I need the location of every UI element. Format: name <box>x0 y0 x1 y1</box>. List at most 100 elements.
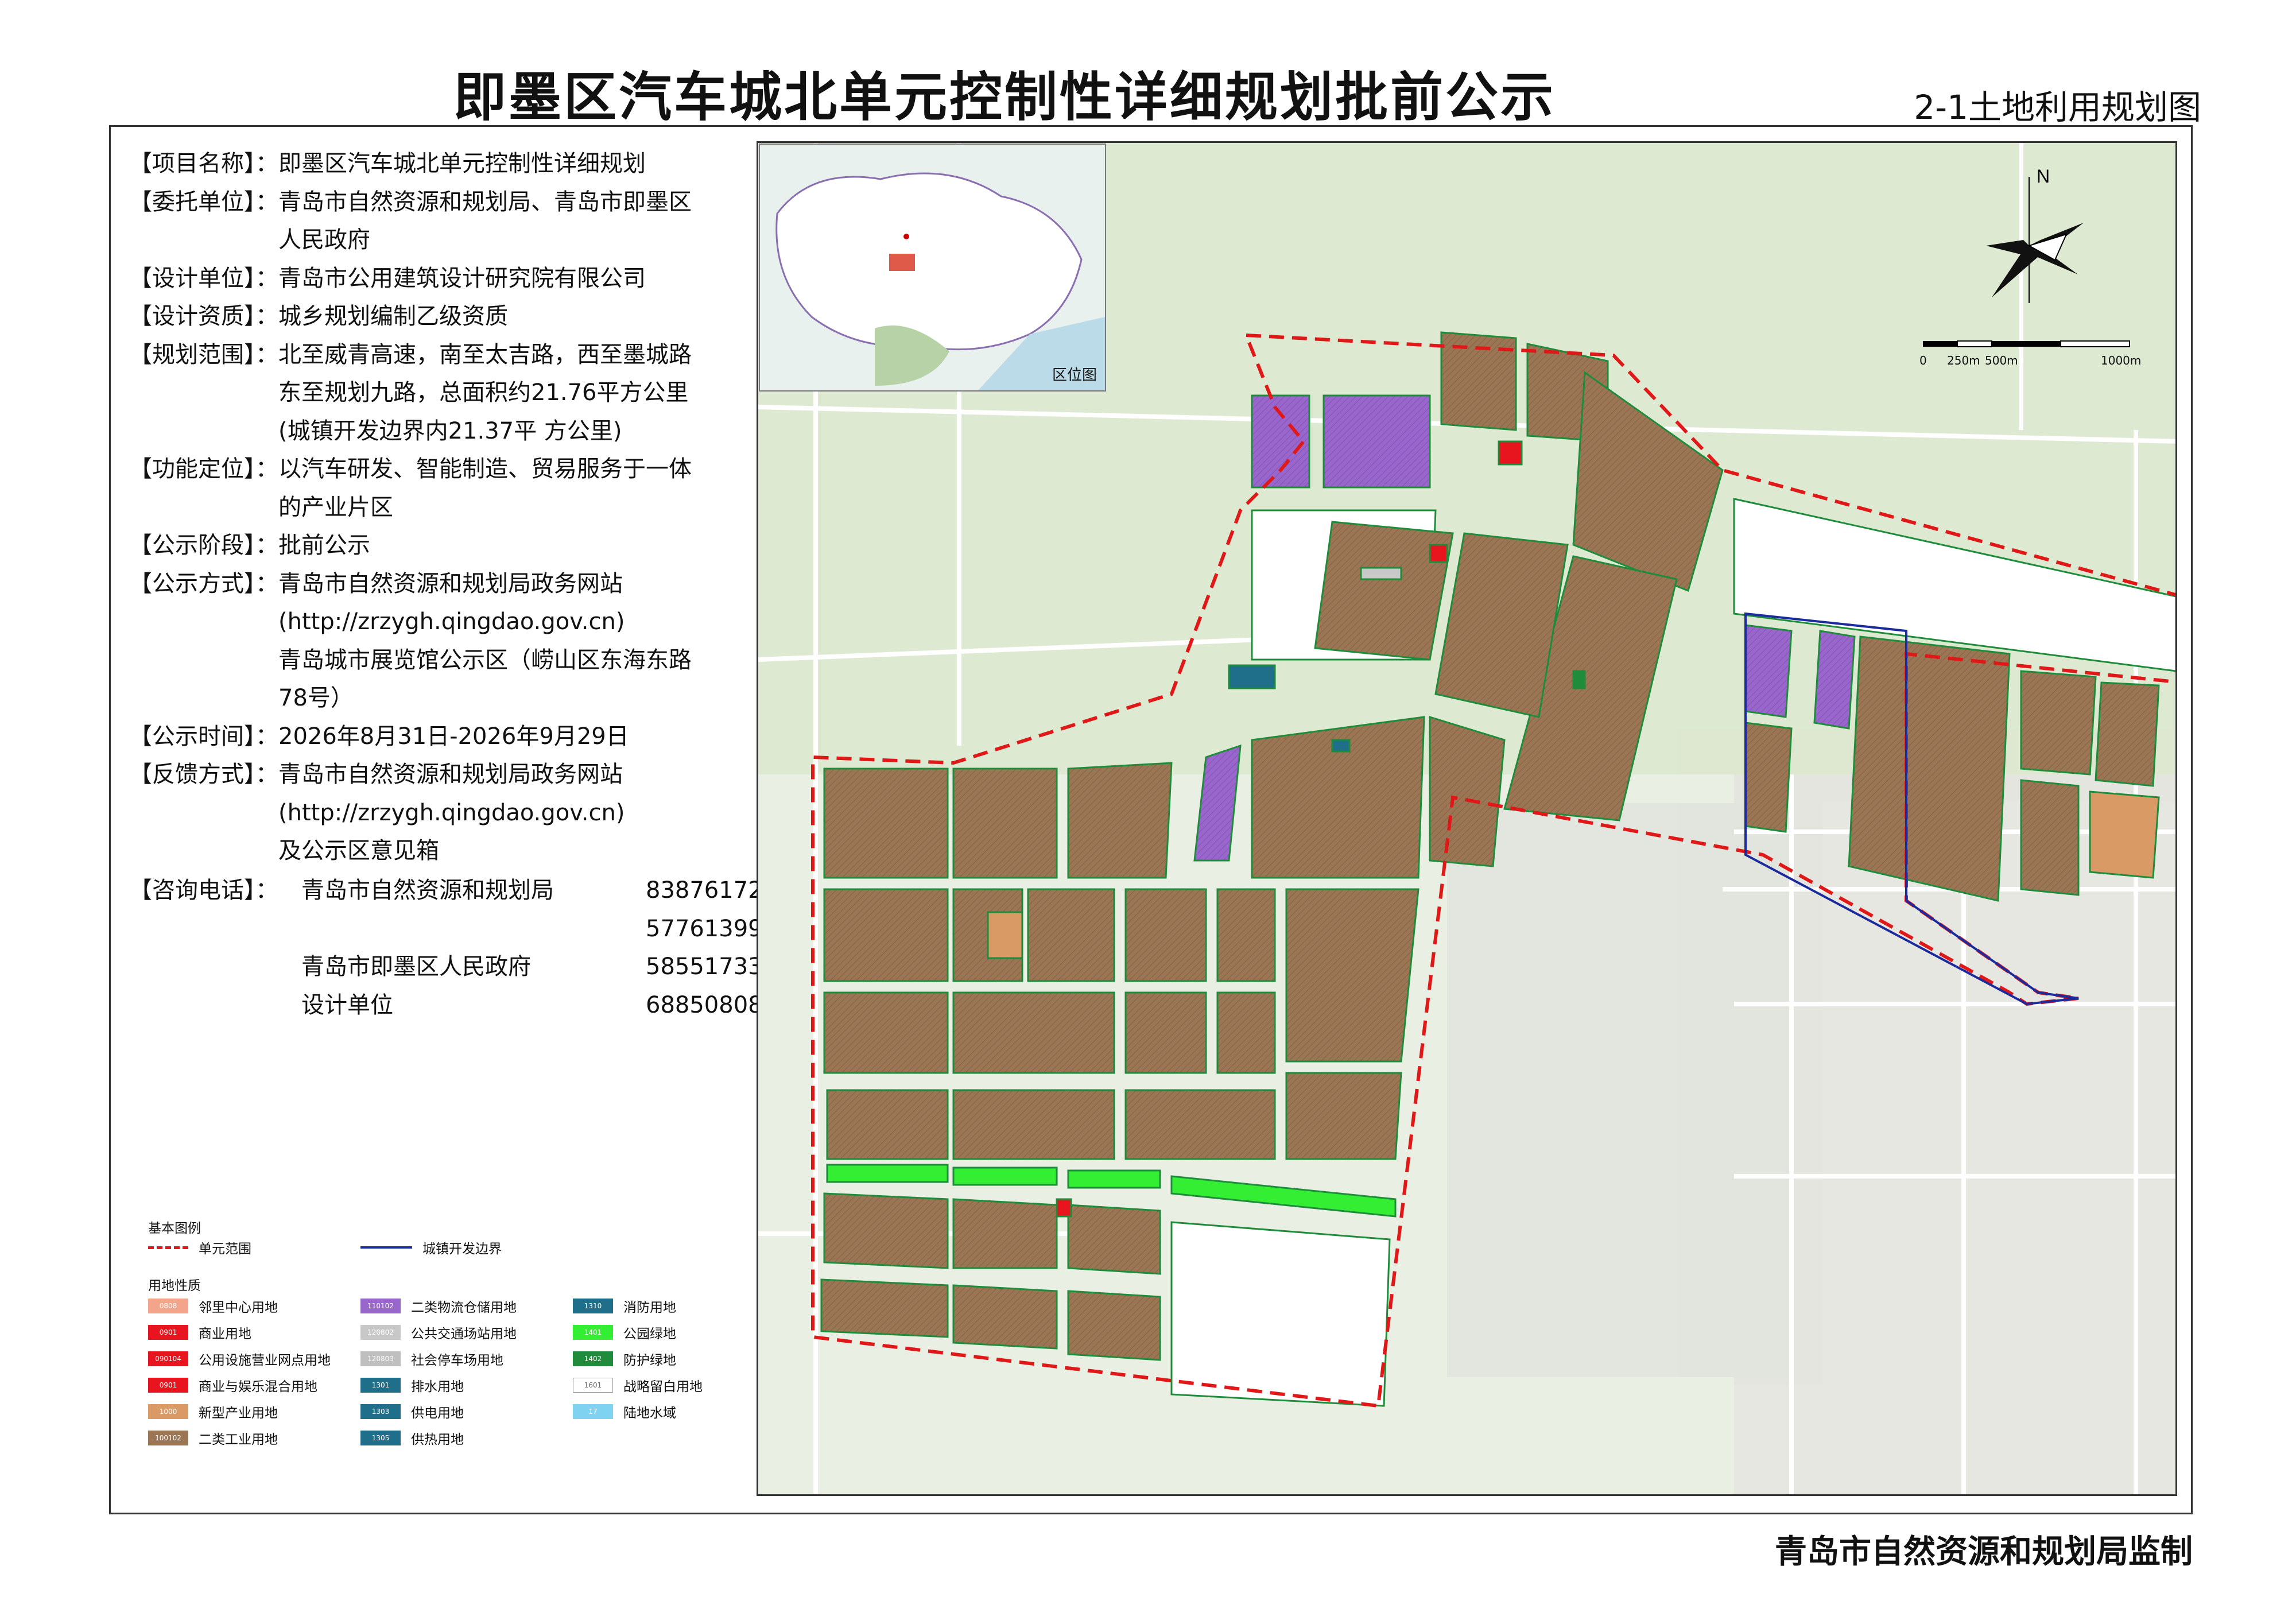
legend-label: 公共交通场站用地 <box>411 1327 517 1342</box>
legend-item: 0901 商业用地 <box>148 1323 251 1342</box>
legend-label: 新型产业用地 <box>199 1406 278 1421</box>
info-value-line: 青岛城市展览馆公示区（崂山区东海东路 <box>278 646 692 673</box>
legend-label: 邻里中心用地 <box>199 1300 278 1315</box>
legend-label: 商业用地 <box>199 1327 251 1342</box>
scale-label-0: 0 <box>1919 354 1927 367</box>
land-parcel <box>1067 1290 1161 1361</box>
legend-label: 供热用地 <box>411 1432 464 1447</box>
legend-swatch: 0808 <box>148 1299 188 1313</box>
consult-row: 青岛市即墨区人民政府 58551733 <box>129 948 795 986</box>
land-parcel <box>1572 670 1586 689</box>
legend-label: 陆地水域 <box>623 1406 676 1421</box>
red-dashed-line-icon <box>148 1246 188 1249</box>
consult-row: 57761399 <box>129 910 795 948</box>
land-parcel <box>952 1166 1058 1186</box>
legend-swatch: 0901 <box>148 1325 188 1340</box>
scale-bar: 0 250m 500m 1000m <box>1917 336 2141 377</box>
legend-swatch: 100102 <box>148 1431 188 1445</box>
legend-item: 090104 公用设施营业网点用地 <box>148 1349 331 1369</box>
legend-item: 110102 二类物流仓储用地 <box>360 1296 517 1316</box>
info-label: 【功能定位】： <box>129 456 278 482</box>
land-parcel <box>952 1198 1058 1269</box>
legend-label: 公用设施营业网点用地 <box>199 1353 331 1368</box>
land-parcel <box>987 911 1023 959</box>
land-parcel <box>952 991 1115 1074</box>
info-row: 【公示时间】： 2026年8月31日-2026年9月29日 <box>129 718 761 756</box>
info-row: 【功能定位】： 以汽车研发、智能制造、贸易服务于一体 的产业片区 <box>129 450 761 526</box>
info-label: 【设计单位】： <box>129 265 278 292</box>
project-info-panel: 【项目名称】： 即墨区汽车城北单元控制性详细规划 【委托单位】： 青岛市自然资源和规划… <box>129 145 761 870</box>
land-parcel <box>826 1164 949 1183</box>
legend-label: 排水用地 <box>411 1379 464 1394</box>
legend-dev-boundary: 城镇开发边界 <box>360 1238 502 1257</box>
info-row: 【项目名称】： 即墨区汽车城北单元控制性详细规划 <box>129 145 761 183</box>
legend-swatch: 110102 <box>360 1299 401 1313</box>
legend-swatch: 0901 <box>148 1378 188 1393</box>
land-parcel <box>1314 521 1454 661</box>
info-row: 【委托单位】： 青岛市自然资源和规划局、青岛市即墨区 人民政府 <box>129 183 761 259</box>
land-parcel <box>823 888 949 982</box>
consult-phone-panel: 【咨询电话】： 青岛市自然资源和规划局 83876172 57761399 青岛市即墨区… <box>129 871 795 1024</box>
info-value-line: 青岛市公用建筑设计研究院有限公司 <box>278 265 646 292</box>
land-parcel <box>823 991 949 1074</box>
info-value-line: 批前公示 <box>278 532 370 559</box>
legend-item: 1303 供电用地 <box>360 1402 464 1421</box>
page-title: 即墨区汽车城北单元控制性详细规划批前公示 <box>453 67 1556 128</box>
info-value-line: (http://zrzygh.qingdao.gov.cn) <box>278 608 625 635</box>
legend-item: 0901 商业与娱乐混合用地 <box>148 1375 317 1395</box>
info-value-line: 2026年8月31日-2026年9月29日 <box>278 723 629 750</box>
inset-canvas <box>760 145 1105 390</box>
land-parcel <box>1744 624 1793 718</box>
land-parcel <box>1744 722 1793 833</box>
info-label: 【规划范围】： <box>129 341 278 368</box>
land-parcel <box>820 1278 949 1338</box>
legend-label: 战略留白用地 <box>623 1379 703 1394</box>
scale-label-250: 250m <box>1947 354 1980 367</box>
info-value-line: 城乡规划编制乙级资质 <box>278 303 508 330</box>
land-parcel <box>1285 1072 1402 1160</box>
consult-row: 设计单位 68850808 <box>129 986 795 1025</box>
land-parcel <box>1067 762 1173 879</box>
legend: 基本图例 单元范围 城镇开发边界 用地性质 0808 邻里中心用地 0901 商业用地… <box>131 1217 762 1475</box>
info-value-line: 以汽车研发、智能制造、贸易服务于一体 <box>278 456 692 482</box>
info-label: 【公示方式】： <box>129 570 278 597</box>
legend-swatch: 17 <box>573 1404 613 1419</box>
info-label: 【反馈方式】： <box>129 761 278 788</box>
scale-label-500: 500m <box>1985 354 2018 367</box>
blue-line-icon <box>360 1246 412 1249</box>
legend-label: 二类物流仓储用地 <box>411 1300 517 1315</box>
info-label: 【公示时间】： <box>129 723 278 750</box>
land-parcel <box>1067 1169 1161 1189</box>
info-label: 【委托单位】： <box>129 188 278 215</box>
legend-label: 防护绿地 <box>623 1353 676 1368</box>
land-parcel <box>2089 790 2160 879</box>
legend-label: 供电用地 <box>411 1406 464 1421</box>
north-arrow: N <box>1969 160 2095 320</box>
info-label: 【项目名称】： <box>129 150 278 177</box>
land-parcel <box>952 1284 1058 1350</box>
legend-label: 二类工业用地 <box>199 1432 278 1447</box>
land-parcel <box>2020 670 2097 776</box>
info-value-line: 东至规划九路，总面积约21.76平方公里 <box>278 379 689 406</box>
wind-rose-icon <box>1986 223 2084 297</box>
legend-item: 1310 消防用地 <box>573 1296 676 1316</box>
info-value-line: 青岛市自然资源和规划局政务网站 <box>278 761 623 788</box>
land-parcel <box>952 1089 1115 1160</box>
land-parcel <box>1056 1198 1072 1218</box>
consult-name <box>301 910 646 948</box>
land-parcel <box>1228 664 1276 689</box>
land-parcel <box>823 1192 949 1269</box>
legend-item: 1305 供热用地 <box>360 1428 464 1448</box>
legend-label: 社会停车场用地 <box>411 1353 503 1368</box>
info-value-line: 78号） <box>278 685 354 711</box>
land-parcel <box>1429 544 1448 563</box>
land-parcel <box>826 1089 949 1160</box>
info-value-line: (城镇开发边界内21.37平 方公里) <box>278 417 622 444</box>
project-location-marker <box>889 254 915 271</box>
land-parcel <box>1429 715 1506 867</box>
legend-unit-boundary: 单元范围 <box>148 1238 251 1257</box>
land-parcel <box>1170 1221 1391 1407</box>
legend-item: 1401 公园绿地 <box>573 1323 676 1342</box>
inset-label: 区位图 <box>1052 367 1097 384</box>
legend-title: 基本图例 <box>148 1221 201 1236</box>
